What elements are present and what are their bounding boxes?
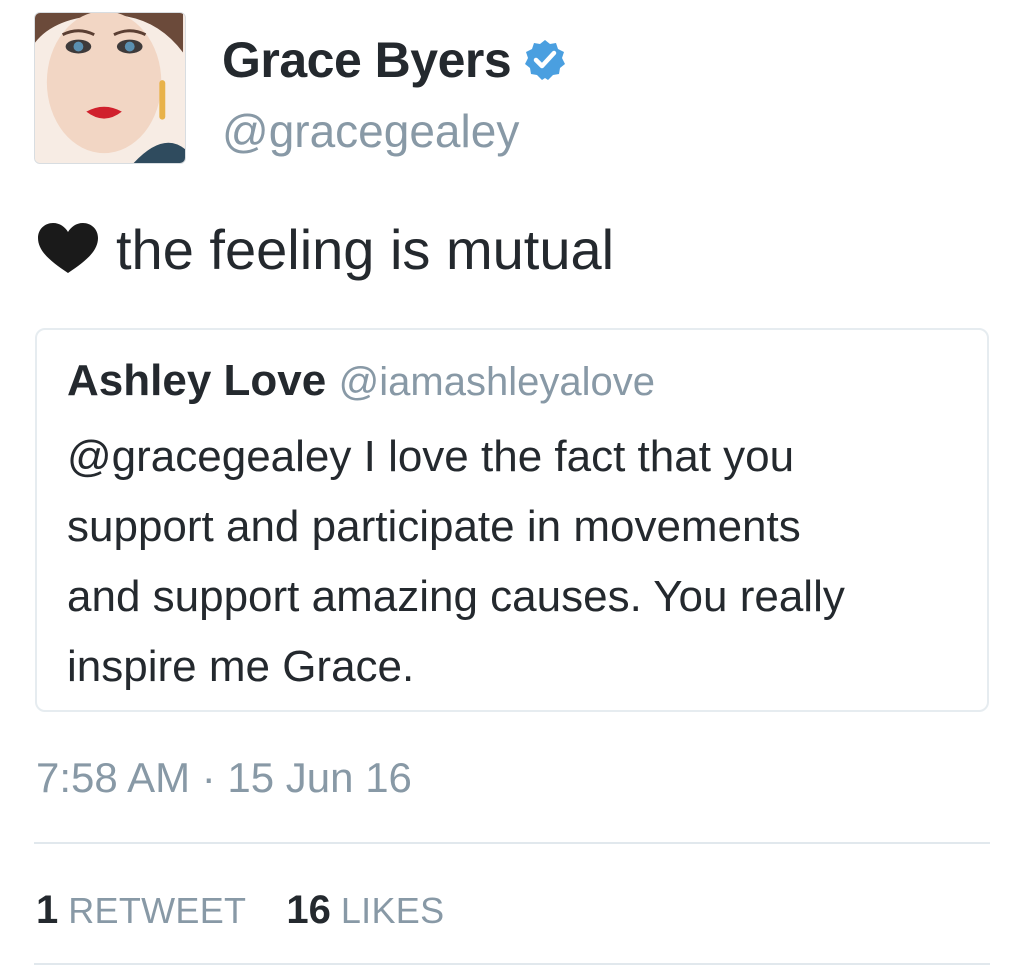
tweet-text: the feeling is mutual bbox=[116, 217, 615, 281]
profile-photo bbox=[35, 13, 185, 163]
likes-label: LIKES bbox=[340, 890, 445, 931]
retweet-label: RETWEET bbox=[68, 890, 247, 931]
author-name-row[interactable]: Grace Byers bbox=[222, 28, 567, 92]
tweet-timestamp[interactable]: 7:58 AM · 15 Jun 16 bbox=[36, 754, 412, 802]
likes-count: 16 bbox=[286, 888, 331, 932]
quoted-tweet-line: support and participate in movements bbox=[67, 502, 801, 551]
retweets-stat[interactable]: 1 RETWEET bbox=[36, 888, 246, 933]
verified-badge-icon bbox=[523, 38, 567, 82]
quoted-tweet-line: and support amazing causes. You really bbox=[67, 572, 845, 621]
heart-icon bbox=[36, 221, 100, 277]
divider bbox=[34, 963, 990, 965]
avatar[interactable] bbox=[34, 12, 186, 164]
retweet-count: 1 bbox=[36, 888, 59, 932]
author-handle[interactable]: @gracegealey bbox=[222, 104, 519, 158]
quoted-author-handle[interactable]: @iamashleyalove bbox=[339, 360, 655, 404]
quoted-tweet-card[interactable]: Ashley Love @iamashleyalove @gracegealey… bbox=[35, 328, 989, 712]
quoted-author-name[interactable]: Ashley Love bbox=[67, 356, 326, 405]
author-name[interactable]: Grace Byers bbox=[222, 31, 512, 89]
divider bbox=[34, 842, 990, 844]
quoted-tweet-header: Ashley Love @iamashleyalove bbox=[67, 356, 655, 406]
likes-stat[interactable]: 16 LIKES bbox=[286, 888, 444, 933]
tweet-text-row: the feeling is mutual bbox=[36, 214, 614, 284]
tweet-detail: Grace Byers @gracegealey the feeling is … bbox=[0, 0, 1024, 967]
quoted-tweet-line: @gracegealey I love the fact that you bbox=[67, 432, 795, 481]
quoted-tweet-line: inspire me Grace. bbox=[67, 642, 415, 691]
quoted-tweet-text: @gracegealey I love the fact that you su… bbox=[67, 422, 967, 702]
tweet-stats: 1 RETWEET 16 LIKES bbox=[36, 888, 484, 933]
